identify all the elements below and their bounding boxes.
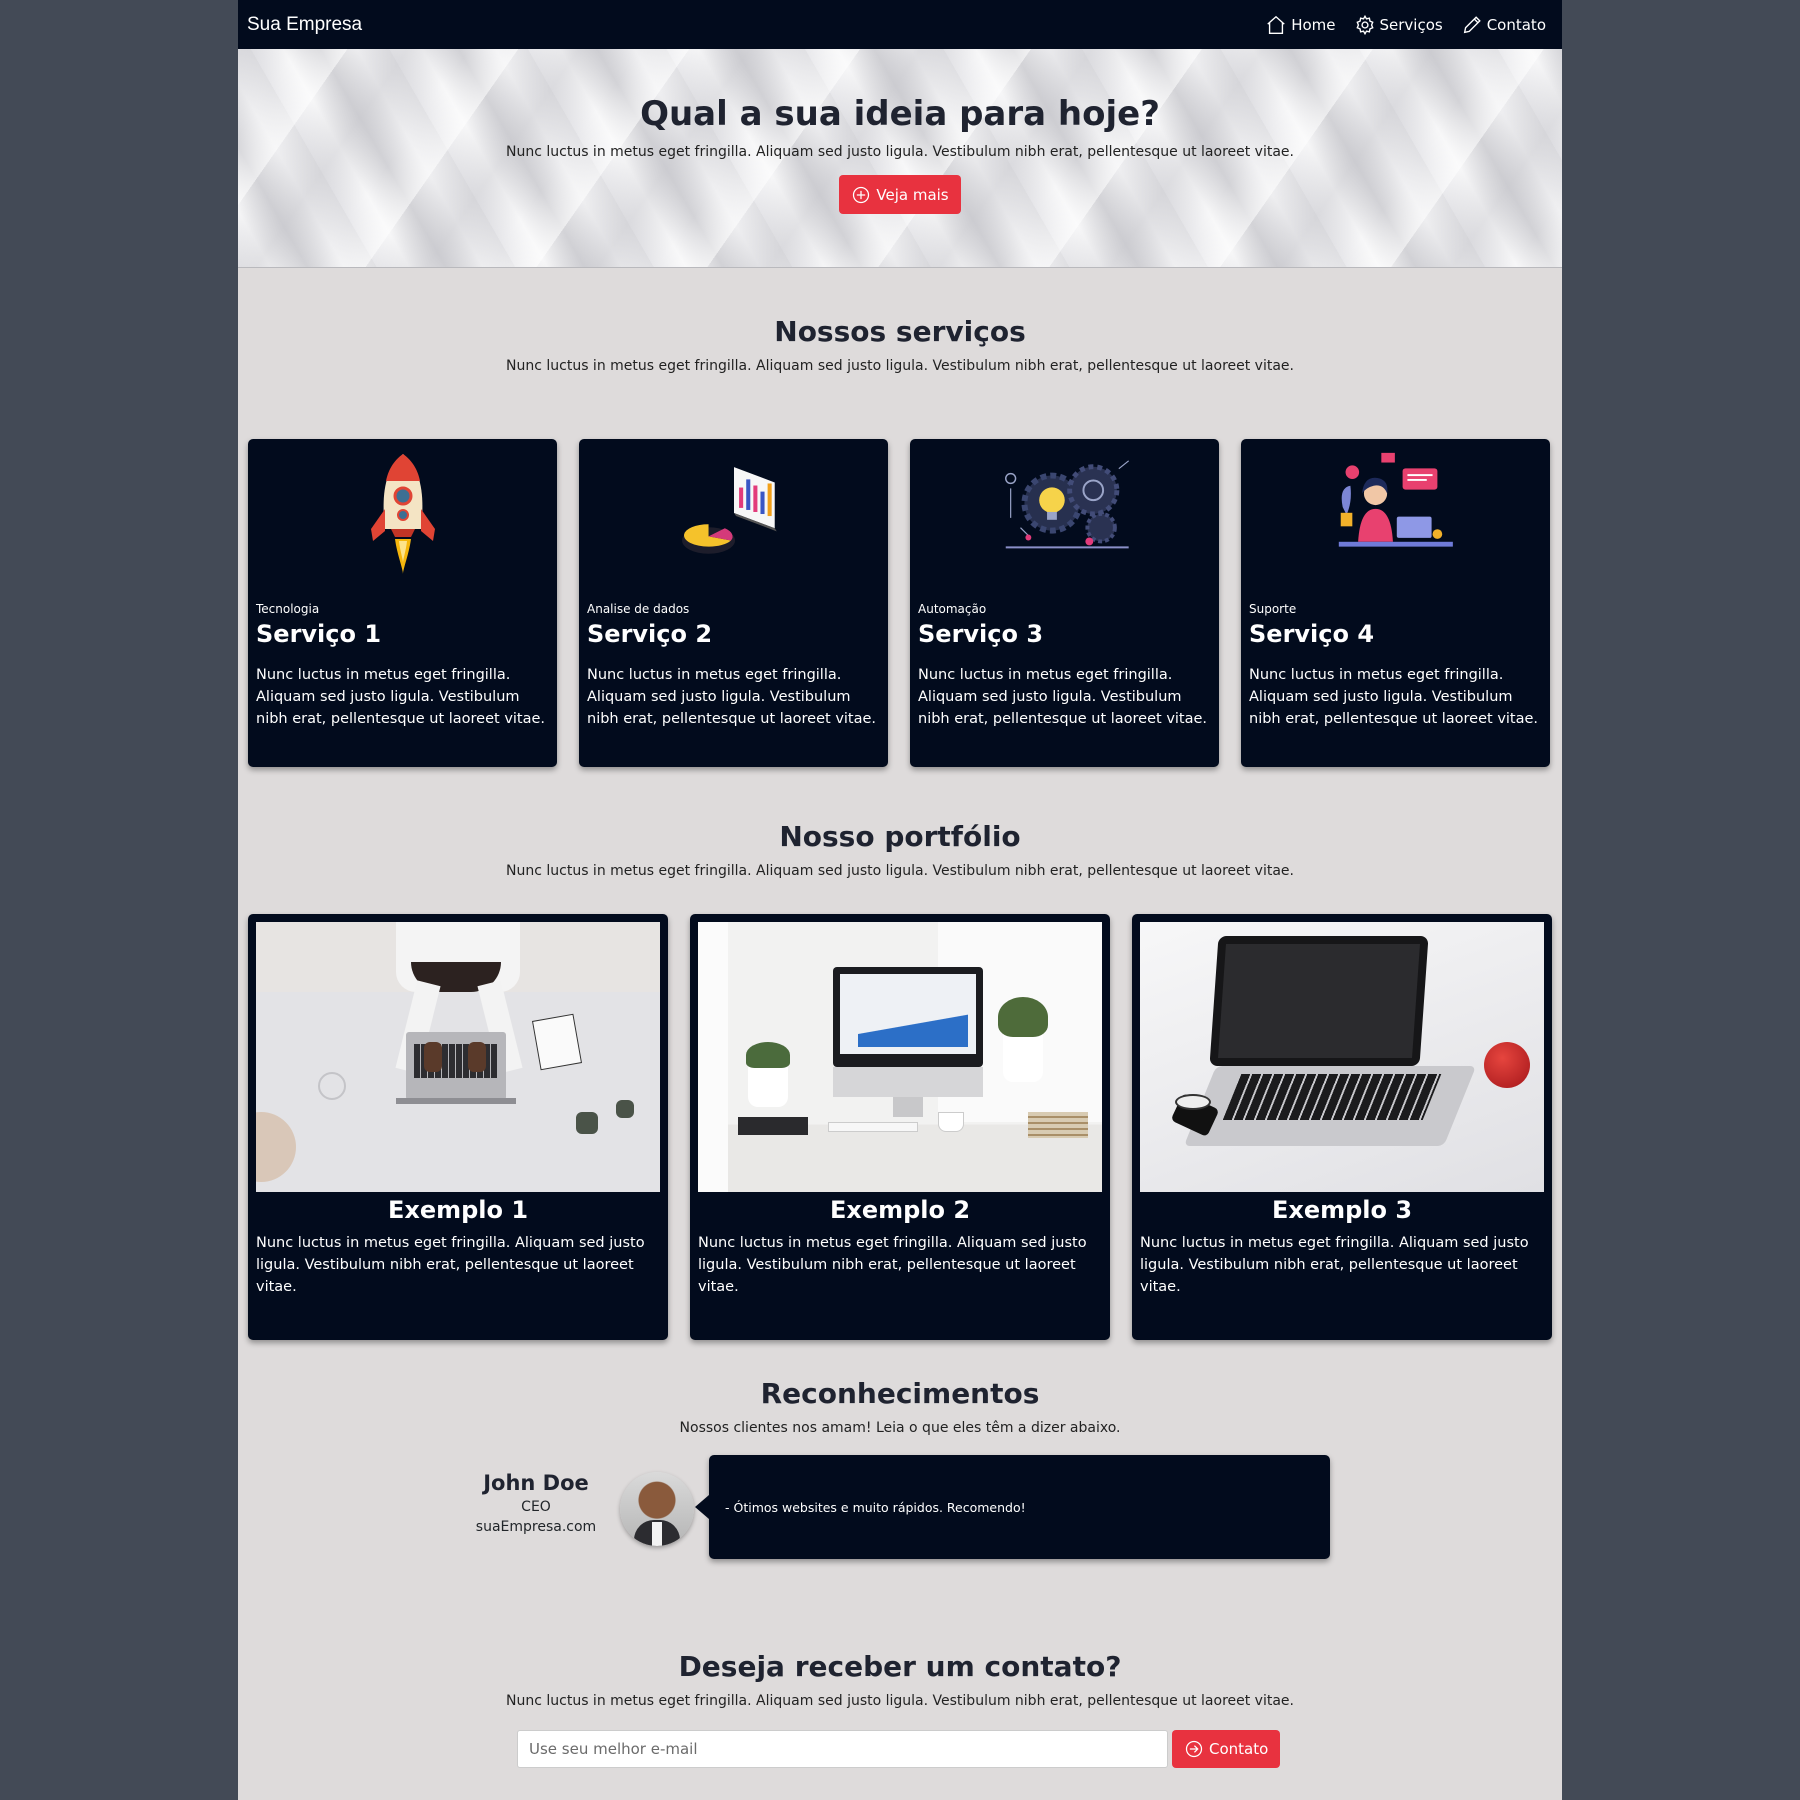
- service-card[interactable]: Analise de dados Serviço 2 Nunc luctus i…: [579, 439, 888, 767]
- brand-name[interactable]: Sua Empresa: [247, 14, 362, 36]
- portfolio-title-text: Exemplo 3: [1271, 1196, 1413, 1224]
- recognition-subtitle: Nossos clientes nos amam! Leia o que ele…: [679, 1420, 1121, 1436]
- portfolio-title: Nosso portfólio: [779, 820, 1021, 853]
- portfolio-card[interactable]: Exemplo 3 Nunc luctus in metus eget frin…: [1132, 914, 1552, 1340]
- service-title: Serviço 1: [256, 620, 382, 648]
- services-title: Nossos serviços: [774, 315, 1026, 348]
- testimonial-quote: - Ótimos websites e muito rápidos. Recom…: [695, 1455, 1330, 1559]
- contact-section: Deseja receber um contato? Nunc luctus i…: [238, 1650, 1562, 1768]
- see-more-label: Veja mais: [876, 185, 949, 204]
- nav-link-contact[interactable]: Contato: [1461, 14, 1546, 36]
- nav-link-label: Contato: [1486, 15, 1546, 34]
- contact-form: Contato: [517, 1730, 1281, 1768]
- pencil-icon: [1463, 15, 1481, 33]
- gears-lightbulb-icon: [1004, 460, 1129, 549]
- gear-icon: [1355, 14, 1374, 35]
- testimonial-author: John Doe CEO suaEmpresa.com: [456, 1471, 616, 1535]
- testimonial-site: suaEmpresa.com: [475, 1519, 597, 1535]
- portfolio-card[interactable]: Exemplo 2 Nunc luctus in metus eget frin…: [690, 914, 1110, 1340]
- nav-link-services[interactable]: Serviços: [1354, 14, 1443, 36]
- service-title: Serviço 2: [587, 620, 713, 648]
- portfolio-text: Nunc luctus in metus eget fringilla. Ali…: [1140, 1235, 1529, 1295]
- navbar: Sua Empresa Home Serviços Contato: [238, 0, 1562, 49]
- arrow-right-circle-icon: [1185, 1740, 1203, 1758]
- rocket-icon: [370, 454, 435, 574]
- nav-link-label: Serviços: [1379, 15, 1443, 34]
- portfolio-image: [1140, 922, 1544, 1192]
- portfolio-title-text: Exemplo 1: [387, 1196, 529, 1224]
- nav-links: Home Serviços Contato: [1265, 14, 1546, 36]
- portfolio-card[interactable]: Exemplo 1 Nunc luctus in metus eget frin…: [248, 914, 668, 1340]
- service-category: Suporte: [1249, 602, 1297, 616]
- services-section: Nossos serviços Nunc luctus in metus ege…: [238, 315, 1562, 767]
- contact-subtitle: Nunc luctus in metus eget fringilla. Ali…: [506, 1693, 1294, 1709]
- recognition-title: Reconhecimentos: [760, 1377, 1040, 1410]
- services-subtitle: Nunc luctus in metus eget fringilla. Ali…: [506, 358, 1294, 374]
- portfolio-title-text: Exemplo 2: [829, 1196, 971, 1224]
- nav-link-label: Home: [1291, 15, 1336, 34]
- portfolio-section: Nosso portfólio Nunc luctus in metus ege…: [238, 820, 1562, 1340]
- service-card[interactable]: Automação Serviço 3 Nunc luctus in metus…: [910, 439, 1219, 767]
- service-title: Serviço 3: [918, 620, 1044, 648]
- see-more-button[interactable]: Veja mais: [839, 175, 961, 214]
- contact-title: Deseja receber um contato?: [678, 1650, 1122, 1683]
- service-card[interactable]: Tecnologia Serviço 1 Nunc luctus in metu…: [248, 439, 557, 767]
- service-title: Serviço 4: [1249, 620, 1375, 648]
- service-category: Automação: [918, 602, 987, 616]
- support-person-icon: [1338, 452, 1453, 547]
- services-cards: Tecnologia Serviço 1 Nunc luctus in metu…: [248, 439, 1550, 767]
- portfolio-text: Nunc luctus in metus eget fringilla. Ali…: [256, 1235, 645, 1295]
- service-category: Tecnologia: [256, 602, 320, 616]
- avatar: [620, 1472, 694, 1546]
- portfolio-subtitle: Nunc luctus in metus eget fringilla. Ali…: [506, 863, 1294, 879]
- home-icon: [1267, 15, 1285, 34]
- portfolio-image: [256, 922, 660, 1192]
- portfolio-cards: Exemplo 1 Nunc luctus in metus eget frin…: [248, 914, 1552, 1340]
- service-card[interactable]: Suporte Serviço 4 Nunc luctus in metus e…: [1241, 439, 1550, 767]
- testimonial: John Doe CEO suaEmpresa.com - Ótimos web…: [238, 1455, 1562, 1565]
- email-input[interactable]: [517, 1730, 1168, 1768]
- portfolio-image: [698, 922, 1102, 1192]
- data-chart-icon: [681, 467, 777, 554]
- recognition-section: Reconhecimentos Nossos clientes nos amam…: [238, 1377, 1562, 1559]
- service-text: Nunc luctus in metus eget fringilla. Ali…: [256, 667, 546, 727]
- service-text: Nunc luctus in metus eget fringilla. Ali…: [587, 667, 877, 727]
- hero-title: Qual a sua ideia para hoje?: [640, 94, 1160, 134]
- page: Sua Empresa Home Serviços Contato Qual a…: [238, 0, 1562, 1800]
- portfolio-text: Nunc luctus in metus eget fringilla. Ali…: [698, 1235, 1087, 1295]
- service-category: Analise de dados: [587, 602, 690, 616]
- hero-section: Qual a sua ideia para hoje? Nunc luctus …: [238, 49, 1562, 268]
- contact-button[interactable]: Contato: [1172, 1730, 1281, 1768]
- service-text: Nunc luctus in metus eget fringilla. Ali…: [1249, 667, 1539, 727]
- testimonial-name: John Doe: [483, 1471, 589, 1495]
- testimonial-role: CEO: [521, 1499, 551, 1515]
- plus-circle-icon: [853, 186, 870, 203]
- hero-subtitle: Nunc luctus in metus eget fringilla. Ali…: [506, 144, 1294, 160]
- contact-button-label: Contato: [1209, 1740, 1269, 1758]
- nav-link-home[interactable]: Home: [1265, 14, 1336, 36]
- service-text: Nunc luctus in metus eget fringilla. Ali…: [918, 667, 1208, 727]
